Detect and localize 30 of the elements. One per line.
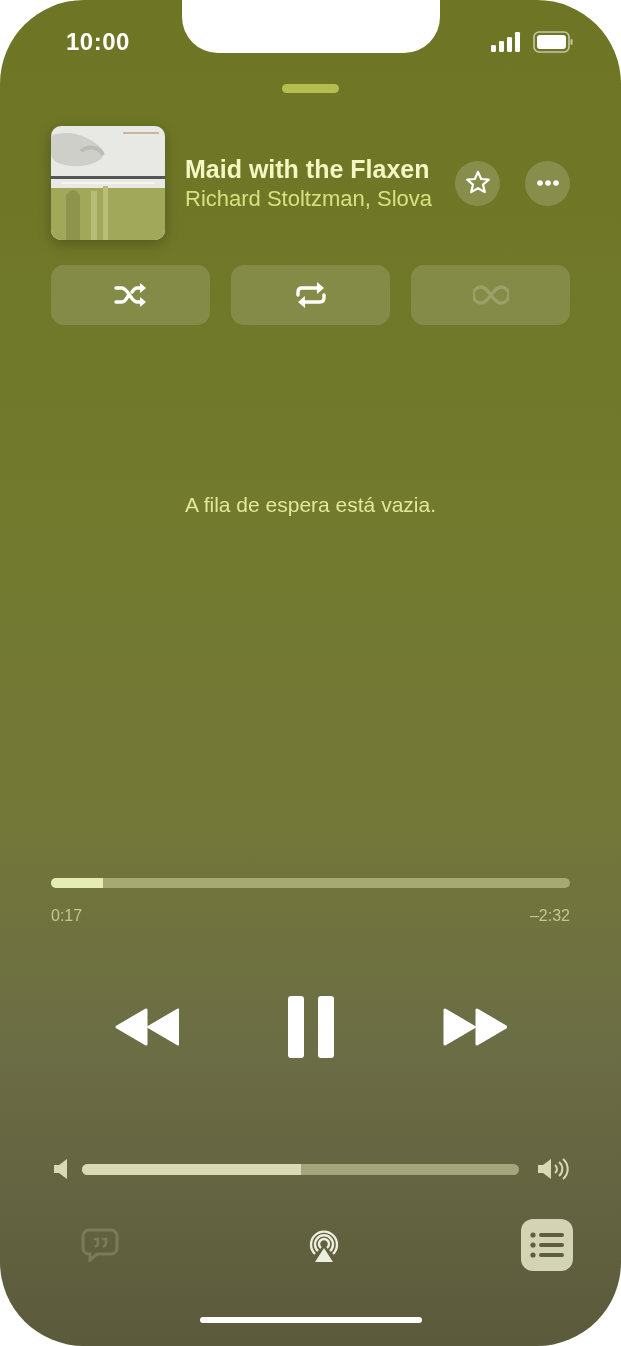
volume-track[interactable]	[82, 1163, 519, 1175]
play-pause-button[interactable]	[286, 995, 335, 1059]
signal-icon	[491, 32, 523, 52]
elapsed-time: 0:17	[51, 907, 83, 925]
fast-forward-icon	[442, 1008, 507, 1046]
favorite-button[interactable]	[455, 160, 500, 206]
speaker-high-icon	[538, 1157, 570, 1181]
battery-icon	[533, 31, 573, 53]
queue-button[interactable]	[521, 1219, 573, 1271]
shuffle-button[interactable]	[51, 265, 210, 325]
ellipsis-icon	[536, 180, 559, 186]
rewind-button[interactable]	[114, 1008, 179, 1046]
clock-time: 10:00	[66, 28, 130, 56]
empty-queue-message: A fila de espera está vazia.	[184, 493, 437, 517]
progress-track[interactable]	[51, 878, 570, 888]
infinity-icon	[472, 285, 509, 305]
remaining-time: –2:32	[529, 907, 570, 925]
rewind-icon	[114, 1008, 179, 1046]
pause-icon	[286, 995, 335, 1059]
track-artist: Richard Stoltzman, Slova	[185, 185, 433, 212]
track-title: Maid with the Flaxen	[185, 154, 431, 184]
repeat-button[interactable]	[231, 265, 390, 325]
speaker-low-icon	[54, 1159, 68, 1179]
fast-forward-button[interactable]	[442, 1008, 507, 1046]
speech-bubble-icon	[81, 1228, 119, 1262]
list-icon	[530, 1232, 564, 1258]
repeat-icon	[294, 281, 327, 309]
more-button[interactable]	[525, 160, 570, 206]
star-icon	[464, 170, 491, 196]
shuffle-icon	[113, 282, 148, 308]
